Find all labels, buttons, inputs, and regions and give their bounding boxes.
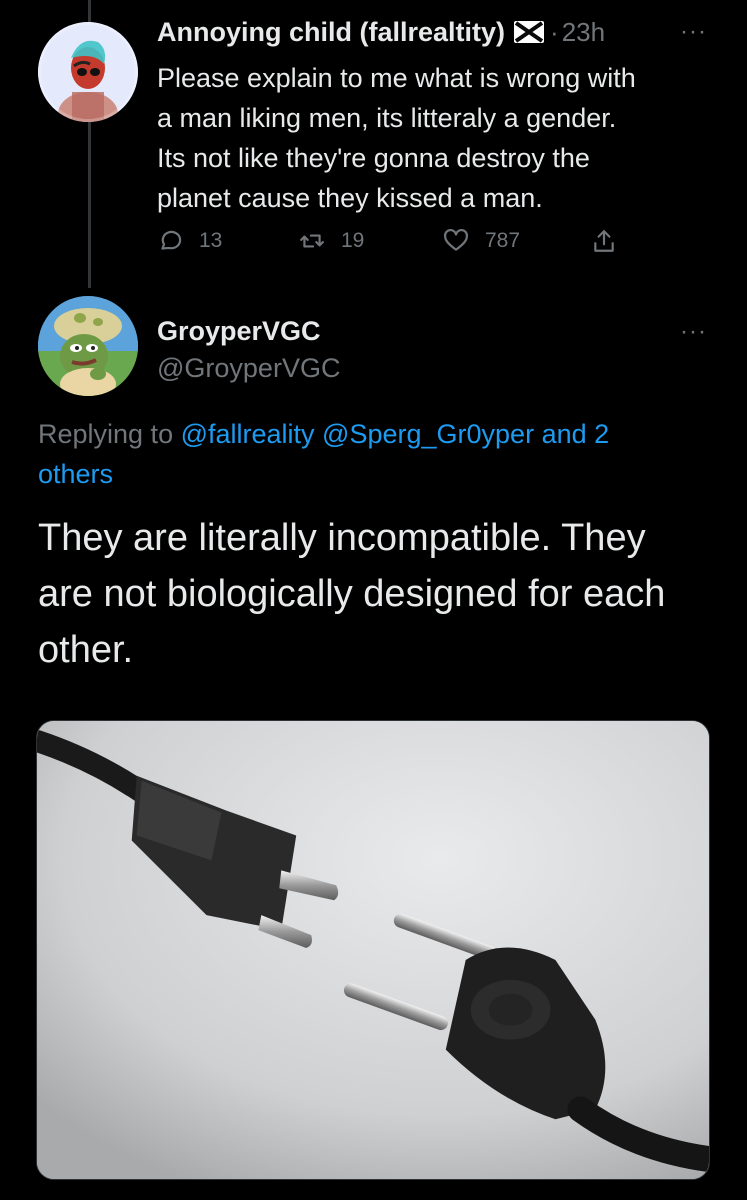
replying-others-link[interactable]: others <box>38 459 113 489</box>
replying-links[interactable]: @fallreality @Sperg_Gr0yper and 2 <box>181 419 610 449</box>
tweet-text-line: are not biologically designed for each <box>38 573 666 615</box>
share-button[interactable] <box>591 224 617 258</box>
tweet-text-line: Please explain to me what is wrong with <box>157 63 636 93</box>
replying-prefix: Replying to <box>38 419 174 449</box>
tweet-text-line: a man liking men, its litteraly a gender… <box>157 103 617 133</box>
tweet-header: Annoying child (fallrealtity) · 23h <box>157 14 605 50</box>
replying-to: Replying to @fallreality @Sperg_Gr0yper … <box>38 414 718 494</box>
heart-icon <box>444 228 468 251</box>
tweet-text-line: planet cause they kissed a man. <box>157 183 543 213</box>
tweet-text-line: other. <box>38 629 134 671</box>
tweet-text: Please explain to me what is wrong with … <box>157 58 737 218</box>
avatar[interactable] <box>38 22 138 122</box>
more-options-icon[interactable]: ··· <box>680 318 707 346</box>
action-bar: 13 19 787 <box>157 224 637 258</box>
timestamp[interactable]: 23h <box>562 17 605 48</box>
power-plug-photo[interactable] <box>36 720 710 1180</box>
retweet-icon <box>300 234 324 248</box>
more-options-icon[interactable]: ··· <box>680 18 707 46</box>
separator-dot: · <box>550 16 559 47</box>
handle[interactable]: @GroyperVGC <box>157 353 340 384</box>
display-name[interactable]: GroyperVGC <box>157 316 321 347</box>
share-icon <box>594 230 614 252</box>
reply-icon <box>161 230 182 250</box>
scotland-flag-icon <box>514 21 545 43</box>
tweet-text-line: Its not like they're gonna destroy the <box>157 143 590 173</box>
tweet-text-line: They are literally incompatible. They <box>38 517 646 559</box>
retweet-button[interactable]: 19 <box>299 224 364 258</box>
parent-tweet[interactable]: Annoying child (fallrealtity) · 23h ··· … <box>0 0 747 300</box>
avatar[interactable] <box>38 296 138 396</box>
reply-button[interactable]: 13 <box>157 224 222 258</box>
retweet-count: 19 <box>341 229 365 252</box>
reply-count: 13 <box>199 229 223 252</box>
like-count: 787 <box>485 229 521 252</box>
display-name[interactable]: Annoying child (fallrealtity) <box>157 17 505 48</box>
tweet-text: They are literally incompatible. They ar… <box>38 510 728 678</box>
like-button[interactable]: 787 <box>443 224 520 258</box>
